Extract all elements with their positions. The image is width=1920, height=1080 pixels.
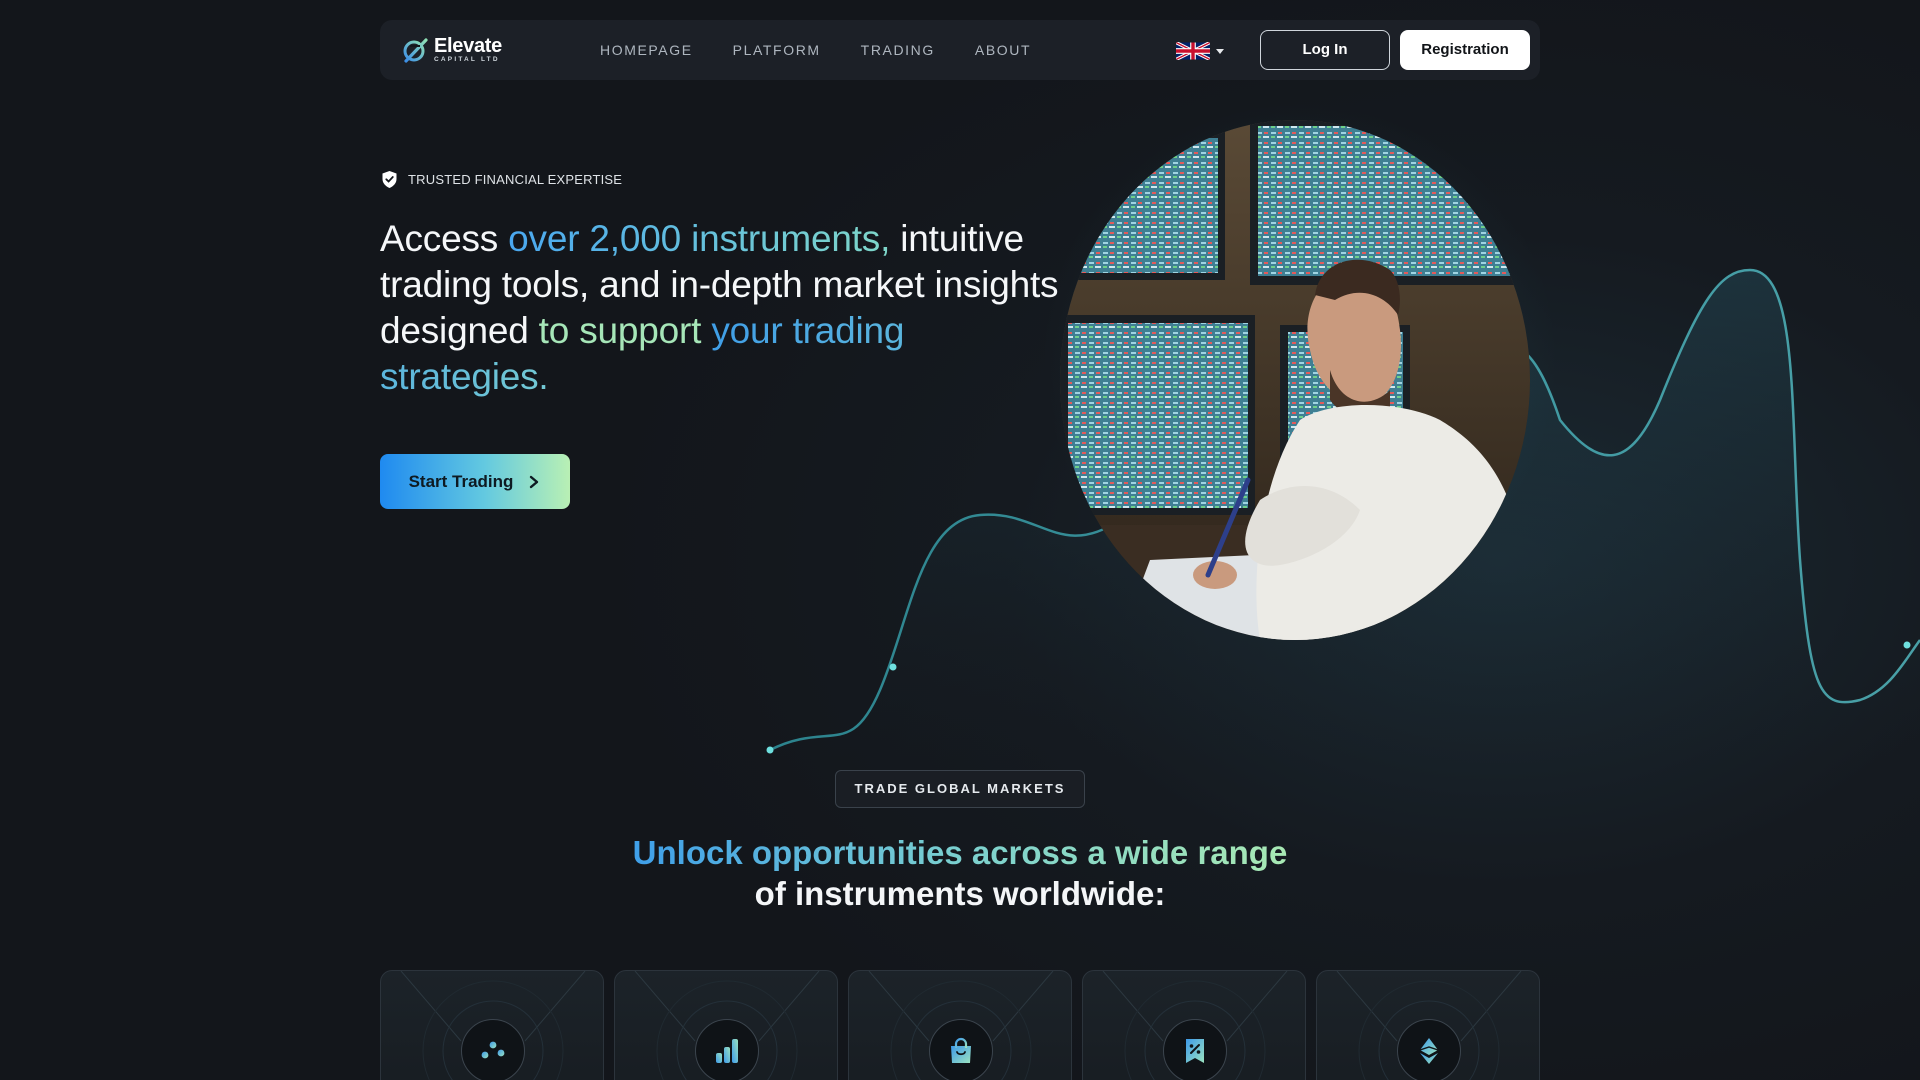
card-icon-wrap <box>1397 1019 1461 1080</box>
hero-headline: Access over 2,000 instruments, intuitive… <box>380 216 1060 400</box>
nav-links: HOMEPAGE PLATFORM TRADING ABOUT <box>600 42 1071 58</box>
brand-subtitle: CAPITAL LTD <box>434 56 500 64</box>
trust-badge: TRUSTED FINANCIAL EXPERTISE <box>381 170 622 189</box>
shield-check-icon <box>382 171 397 188</box>
trader-illustration <box>1060 120 1530 640</box>
elevate-logo-icon <box>403 38 428 63</box>
language-selector[interactable] <box>1176 42 1224 60</box>
registration-button[interactable]: Registration <box>1400 30 1530 70</box>
shopping-bag-icon <box>951 1037 971 1063</box>
card-icon-wrap <box>461 1019 525 1080</box>
instrument-card[interactable] <box>848 970 1072 1080</box>
card-icon-wrap <box>695 1019 759 1080</box>
section-title-rest: of instruments worldwide: <box>754 875 1166 912</box>
headline-part-1: Access <box>380 218 509 259</box>
start-trading-label: Start Trading <box>408 471 514 491</box>
chevron-down-icon <box>1216 48 1224 54</box>
sliders-icon <box>481 1037 505 1065</box>
headline-highlight-1: over 2,000 instruments, <box>508 218 891 259</box>
ethereum-icon <box>1419 1038 1439 1064</box>
card-icon-wrap <box>1163 1019 1227 1080</box>
section-title-highlight: Unlock opportunities across a wide range <box>632 834 1288 871</box>
instrument-card[interactable] <box>1316 970 1540 1080</box>
section-tag: TRADE GLOBAL MARKETS <box>835 770 1085 808</box>
badge-text: TRUSTED FINANCIAL EXPERTISE <box>408 172 623 187</box>
headline-highlight-2: to support <box>538 310 702 351</box>
instrument-card[interactable] <box>614 970 838 1080</box>
instrument-card[interactable] <box>380 970 604 1080</box>
uk-flag-icon <box>1176 42 1210 60</box>
page: Elevate CAPITAL LTD HOMEPAGE PLATFORM TR… <box>0 0 1920 1080</box>
hero-trader-image <box>1060 120 1530 640</box>
nav-link-platform[interactable]: PLATFORM <box>733 42 821 58</box>
percent-tag-icon <box>1186 1039 1204 1063</box>
bar-chart-icon <box>716 1039 738 1063</box>
card-icon-wrap <box>929 1019 993 1080</box>
brand-logo[interactable]: Elevate CAPITAL LTD <box>402 36 552 64</box>
top-navbar: Elevate CAPITAL LTD HOMEPAGE PLATFORM TR… <box>380 20 1540 80</box>
nav-link-about[interactable]: ABOUT <box>975 42 1031 58</box>
login-button[interactable]: Log In <box>1260 30 1390 70</box>
section-title: Unlock opportunities across a wide range… <box>460 832 1460 914</box>
start-trading-button[interactable]: Start Trading <box>380 454 570 509</box>
instrument-card[interactable] <box>1082 970 1306 1080</box>
decorative-wave <box>766 268 1920 760</box>
brand-name: Elevate <box>434 35 502 58</box>
instrument-cards <box>380 970 1540 1080</box>
nav-link-homepage[interactable]: HOMEPAGE <box>600 42 693 58</box>
nav-link-trading[interactable]: TRADING <box>861 42 935 58</box>
chevron-right-icon <box>530 475 539 488</box>
